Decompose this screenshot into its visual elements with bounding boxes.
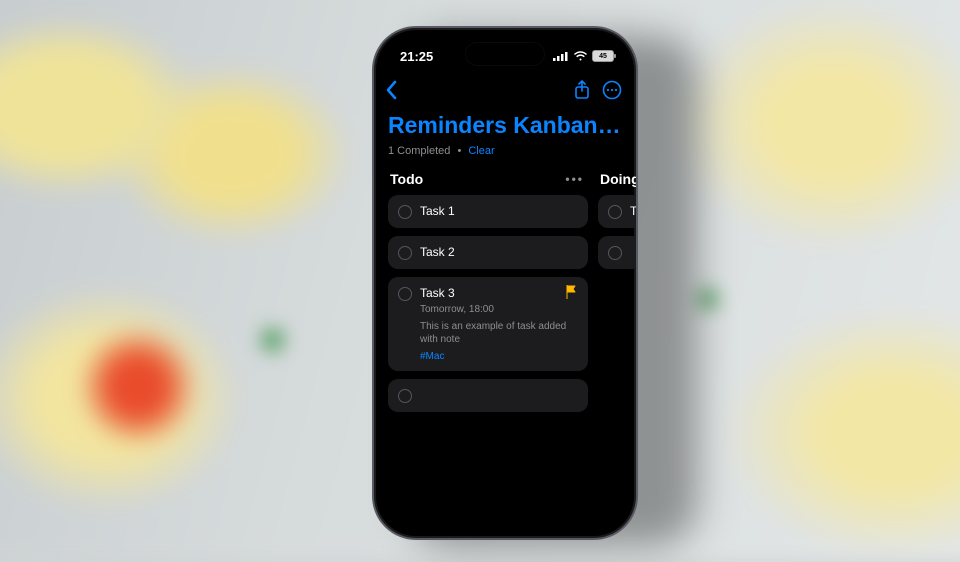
- battery-icon: 45: [592, 50, 614, 62]
- task-title: Tas: [630, 204, 636, 218]
- status-time: 21:25: [400, 49, 433, 64]
- list-title: Reminders Kanban V…: [374, 106, 636, 141]
- complete-toggle[interactable]: [398, 205, 412, 219]
- flag-icon: [566, 285, 578, 302]
- nav-bar: [374, 72, 636, 106]
- cellular-icon: [553, 51, 569, 61]
- complete-toggle[interactable]: [608, 246, 622, 260]
- separator-dot: •: [457, 145, 461, 157]
- column-todo: Todo ••• Task 1 Task 2: [388, 167, 588, 420]
- new-task-card[interactable]: [388, 379, 588, 412]
- dynamic-island: [465, 42, 545, 66]
- task-note: This is an example of task added with no…: [420, 320, 578, 347]
- share-icon: [574, 80, 590, 100]
- complete-toggle[interactable]: [398, 389, 412, 403]
- task-title: Task 3: [420, 286, 578, 300]
- column-more-button[interactable]: •••: [565, 172, 584, 186]
- app-content: Reminders Kanban V… 1 Completed • Clear …: [374, 72, 636, 538]
- complete-toggle[interactable]: [398, 287, 412, 301]
- kanban-board[interactable]: Todo ••• Task 1 Task 2: [374, 167, 636, 420]
- back-button[interactable]: [384, 80, 398, 100]
- more-button[interactable]: [602, 80, 622, 100]
- completed-count: 1 Completed: [388, 145, 450, 157]
- task-card[interactable]: Tas: [598, 195, 636, 228]
- task-due: Tomorrow, 18:00: [420, 303, 578, 317]
- wifi-icon: [573, 51, 588, 62]
- completed-line: 1 Completed • Clear: [374, 141, 636, 167]
- phone-frame: 21:25 45: [372, 26, 638, 540]
- task-tag[interactable]: #Mac: [420, 351, 578, 362]
- task-title: Task 2: [420, 245, 578, 259]
- task-card[interactable]: Task 2: [388, 236, 588, 269]
- column-doing: Doing Tas: [598, 167, 636, 420]
- complete-toggle[interactable]: [608, 205, 622, 219]
- task-card[interactable]: [598, 236, 636, 269]
- task-card[interactable]: Task 1: [388, 195, 588, 228]
- complete-toggle[interactable]: [398, 246, 412, 260]
- ellipsis-circle-icon: [602, 80, 622, 100]
- share-button[interactable]: [574, 80, 590, 100]
- clear-button[interactable]: Clear: [468, 145, 494, 157]
- column-title-todo: Todo: [390, 171, 423, 187]
- column-title-doing: Doing: [600, 171, 636, 187]
- task-card[interactable]: Task 3 Tomorrow, 18:00 This is an exampl…: [388, 277, 588, 371]
- task-title: Task 1: [420, 204, 578, 218]
- chevron-left-icon: [384, 80, 398, 100]
- status-right: 45: [553, 50, 614, 62]
